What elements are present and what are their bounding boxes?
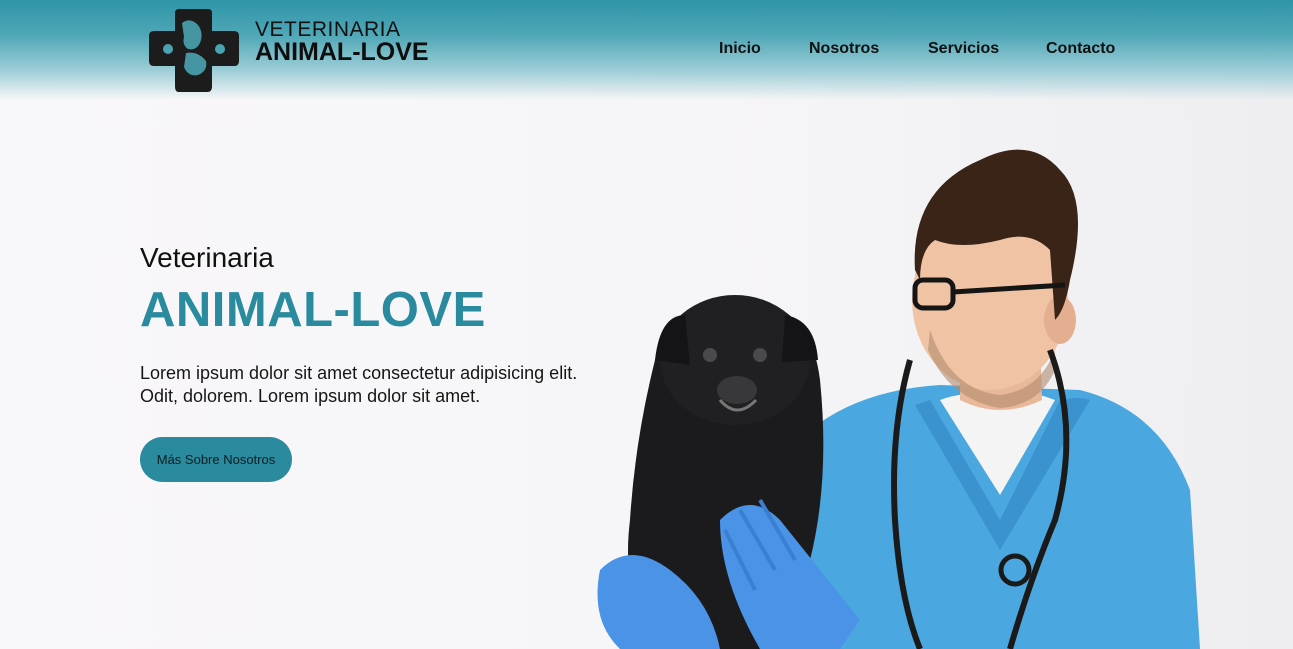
hero-text: Lorem ipsum dolor sit amet consectetur a… (140, 363, 578, 406)
pet-cross-icon (149, 9, 239, 92)
veterinarian-dog-image (597, 149, 1200, 649)
nav-nosotros[interactable]: Nosotros (809, 40, 879, 58)
nav-servicios[interactable]: Servicios (928, 40, 999, 58)
about-us-button[interactable]: Más Sobre Nosotros (140, 437, 292, 482)
logo-line2: ANIMAL-LOVE (255, 38, 429, 66)
hero-title: ANIMAL-LOVE (140, 283, 486, 337)
logo[interactable]: VETERINARIA ANIMAL-LOVE (146, 5, 446, 93)
hero-subtitle: Veterinaria (140, 242, 274, 273)
nav-contacto[interactable]: Contacto (1046, 40, 1115, 58)
site-header: VETERINARIA ANIMAL-LOVE Inicio Nosotros … (0, 0, 1293, 100)
page: VETERINARIA ANIMAL-LOVE Inicio Nosotros … (0, 0, 1293, 649)
nav-inicio[interactable]: Inicio (719, 40, 761, 58)
